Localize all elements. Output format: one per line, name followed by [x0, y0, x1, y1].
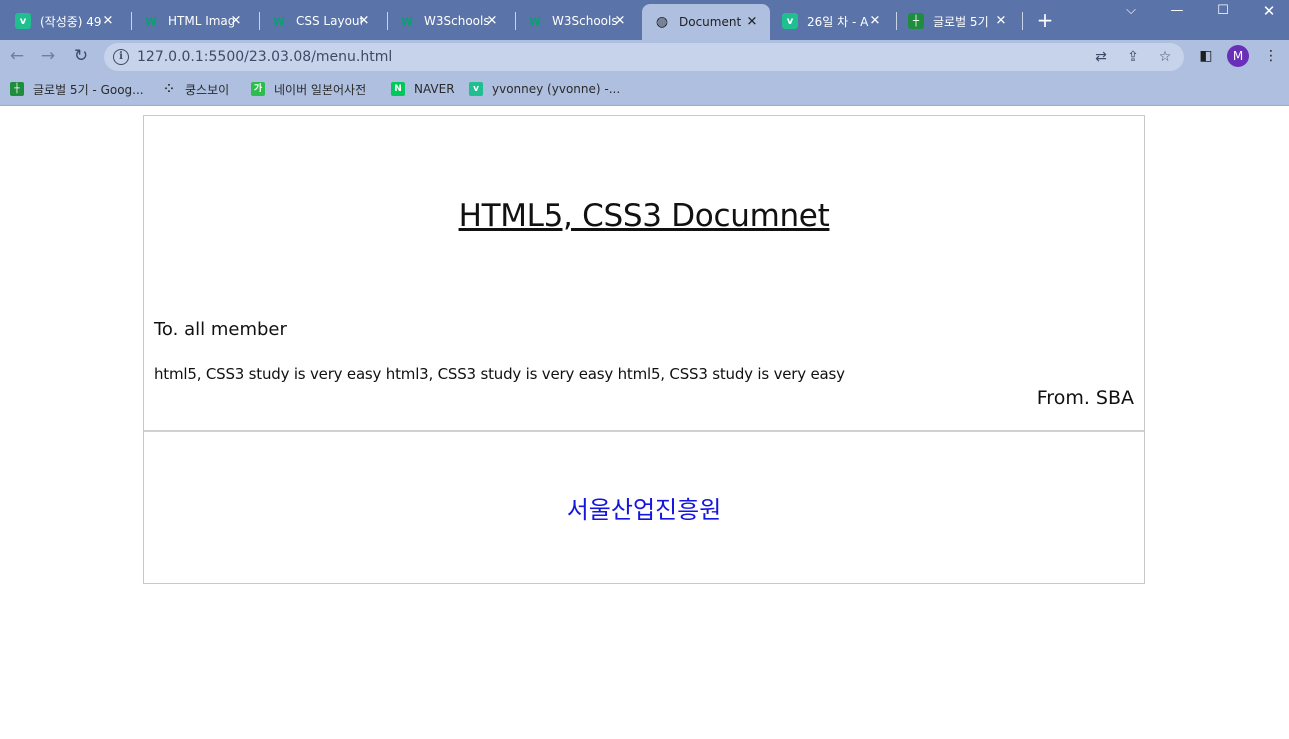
tab-5[interactable]: W W3Schools ✕	[515, 6, 638, 36]
close-icon[interactable]: ✕	[228, 14, 244, 29]
bookmark-label: 네이버 일본어사전	[274, 82, 367, 97]
maximize-button[interactable]: ☐	[1200, 0, 1246, 24]
new-tab-button[interactable]: +	[1035, 8, 1055, 32]
tab-title: W3Schools	[424, 14, 490, 28]
letter-section: HTML5, CSS3 Documnet To. all member html…	[144, 116, 1144, 432]
tab-search-icon[interactable]: ⌵	[1108, 0, 1154, 24]
v-icon: v	[469, 82, 483, 96]
document-container: HTML5, CSS3 Documnet To. all member html…	[143, 115, 1145, 584]
sheets-icon: ┼	[10, 82, 24, 96]
close-icon[interactable]: ✕	[612, 14, 628, 29]
bookmark-item[interactable]: N NAVER	[391, 80, 455, 98]
bookmark-item[interactable]: ⁘ 쿵스보이	[162, 80, 229, 98]
close-window-button[interactable]: ✕	[1246, 0, 1289, 24]
avatar[interactable]: M	[1227, 45, 1249, 67]
tab-title: Document	[679, 15, 742, 29]
page-viewport: HTML5, CSS3 Documnet To. all member html…	[0, 107, 1289, 739]
translate-icon[interactable]: ⇄	[1091, 47, 1111, 67]
tab-title: 26일 차 - A	[807, 14, 869, 29]
forward-button[interactable]: →	[36, 44, 60, 68]
close-icon[interactable]: ✕	[484, 14, 500, 29]
bookmark-item[interactable]: ┼ 글로벌 5기 - Goog...	[10, 80, 144, 98]
v-icon: v	[15, 13, 31, 29]
bookmark-item[interactable]: v yvonney (yvonne) -...	[469, 80, 620, 98]
sheets-icon: ┼	[908, 13, 924, 29]
tab-title: 글로벌 5기	[933, 14, 989, 29]
tab-document-active[interactable]: ◍ Document ✕	[642, 4, 770, 40]
close-icon[interactable]: ✕	[100, 14, 116, 29]
close-icon[interactable]: ✕	[356, 14, 372, 29]
w3schools-icon: W	[272, 14, 286, 28]
bookmark-item[interactable]: 가 네이버 일본어사전	[251, 80, 366, 98]
greeting-text: To. all member	[154, 319, 287, 340]
back-button[interactable]: ←	[5, 44, 29, 68]
bookmark-label: 쿵스보이	[185, 82, 230, 97]
bookmark-label: NAVER	[414, 82, 455, 96]
tab-strip: v (작성중) 49 ✕ W HTML Imag ✕ W CSS Layout …	[0, 0, 1289, 40]
bookmark-star-icon[interactable]: ☆	[1155, 47, 1175, 67]
kakao-icon: 가	[251, 82, 265, 96]
footer-text: 서울산업진흥원	[566, 496, 722, 524]
dots-icon: ⁘	[164, 82, 174, 95]
close-icon[interactable]: ✕	[744, 15, 760, 30]
site-info-icon[interactable]: i	[113, 49, 129, 65]
close-icon[interactable]: ✕	[993, 14, 1009, 29]
share-icon[interactable]: ⇪	[1123, 47, 1143, 67]
more-menu-icon[interactable]: ⋮	[1261, 46, 1281, 66]
w3schools-icon: W	[144, 14, 158, 28]
tab-7[interactable]: v 26일 차 - A ✕	[770, 6, 893, 36]
minimize-button[interactable]: —	[1154, 0, 1200, 24]
w3schools-icon: W	[528, 14, 542, 28]
v-icon: v	[782, 13, 798, 29]
tab-title: (작성중) 49	[40, 14, 102, 29]
signature-text: From. SBA	[1036, 387, 1134, 409]
bookmarks-bar: ┼ 글로벌 5기 - Goog... ⁘ 쿵스보이 가 네이버 일본어사전 N …	[0, 72, 1289, 106]
reload-button[interactable]: ↻	[69, 44, 93, 68]
page-title: HTML5, CSS3 Documnet	[458, 198, 830, 234]
body-text: html5, CSS3 study is very easy html3, CS…	[154, 365, 845, 383]
url-text[interactable]: 127.0.0.1:5500/23.03.08/menu.html	[137, 49, 392, 65]
naver-icon: N	[391, 82, 405, 96]
w3schools-icon: W	[400, 14, 414, 28]
tab-2[interactable]: W HTML Imag ✕	[131, 6, 254, 36]
tab-title: W3Schools	[552, 14, 618, 28]
globe-icon: ◍	[655, 14, 669, 30]
toolbar: ← → ↻ i 127.0.0.1:5500/23.03.08/menu.htm…	[0, 40, 1289, 72]
bookmark-label: 글로벌 5기 - Goog...	[33, 82, 144, 97]
footer-section: 서울산업진흥원	[144, 434, 1144, 583]
tab-title: CSS Layout	[296, 14, 362, 28]
tab-4[interactable]: W W3Schools ✕	[387, 6, 510, 36]
address-bar[interactable]: i 127.0.0.1:5500/23.03.08/menu.html ⇄ ⇪ …	[104, 43, 1184, 71]
bookmark-label: yvonney (yvonne) -...	[492, 82, 621, 96]
side-panel-icon[interactable]: ◧	[1196, 46, 1216, 66]
tab-8[interactable]: ┼ 글로벌 5기 ✕	[896, 6, 1019, 36]
tab-3[interactable]: W CSS Layout ✕	[259, 6, 382, 36]
tab-title: HTML Imag	[168, 14, 234, 28]
tab-separator	[1022, 12, 1023, 30]
tab-1[interactable]: v (작성중) 49 ✕	[3, 6, 126, 36]
close-icon[interactable]: ✕	[867, 14, 883, 29]
